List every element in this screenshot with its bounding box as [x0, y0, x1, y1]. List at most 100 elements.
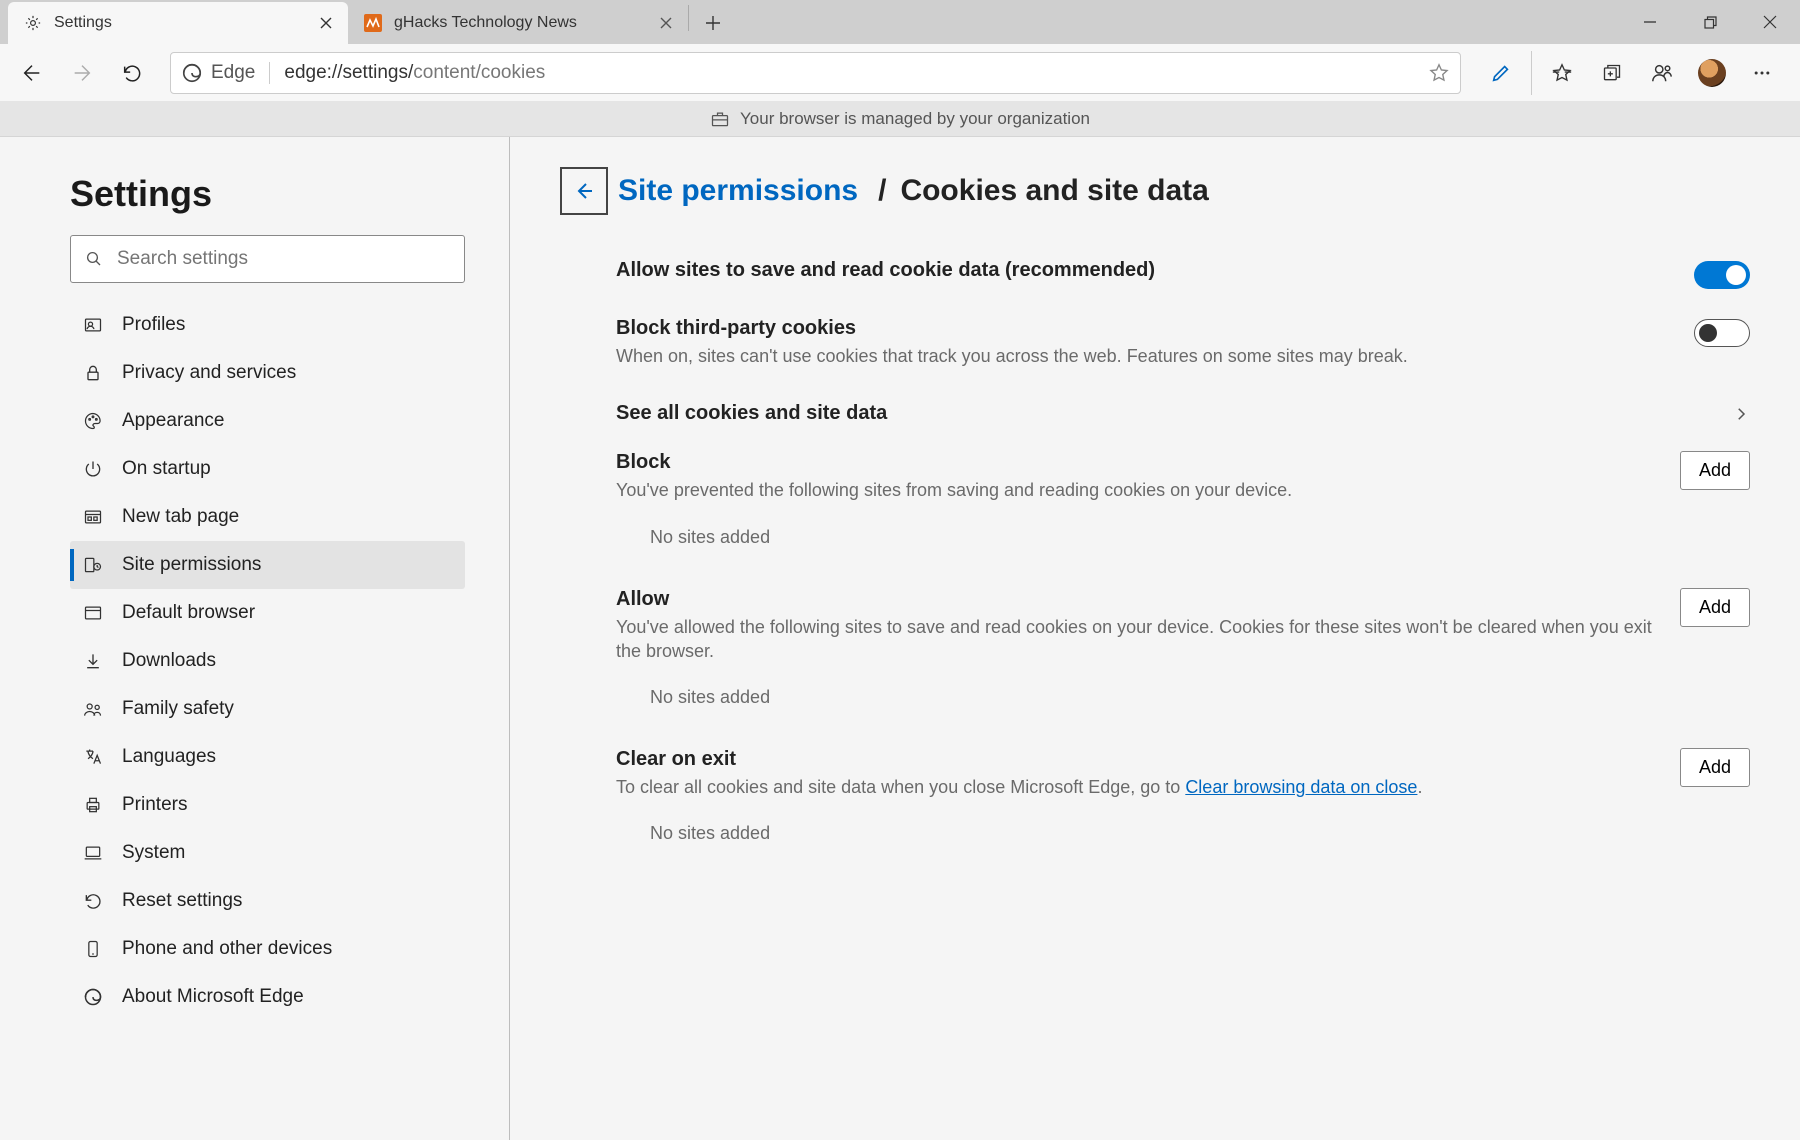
add-allow-button[interactable]: Add: [1680, 588, 1750, 627]
laptop-icon: [82, 842, 104, 864]
tab-settings[interactable]: Settings: [8, 2, 348, 44]
back-button[interactable]: [10, 51, 54, 95]
search-icon: [85, 250, 103, 268]
sidebar-title: Settings: [70, 173, 479, 215]
sidebar-item-label: Family safety: [122, 698, 234, 720]
grid-icon: [82, 506, 104, 528]
edge-logo-icon: [82, 986, 104, 1008]
sidebar-item-appearance[interactable]: Appearance: [70, 397, 465, 445]
palette-icon: [82, 410, 104, 432]
sidebar-item-about[interactable]: About Microsoft Edge: [70, 973, 465, 1021]
new-tab-button[interactable]: [695, 5, 731, 41]
people-icon: [82, 698, 104, 720]
section-description: You've allowed the following sites to sa…: [616, 615, 1666, 664]
block-empty-note: No sites added: [616, 521, 1750, 578]
managed-text: Your browser is managed by your organiza…: [740, 109, 1090, 129]
sidebar-item-label: Phone and other devices: [122, 938, 332, 960]
sidebar-item-languages[interactable]: Languages: [70, 733, 465, 781]
section-title: Clear on exit: [616, 748, 1422, 771]
sidebar-item-phone[interactable]: Phone and other devices: [70, 925, 465, 973]
favicon-icon: [362, 12, 384, 34]
sidebar-item-label: Default browser: [122, 602, 255, 624]
gear-icon: [22, 12, 44, 34]
edge-logo-icon: [181, 62, 203, 84]
setting-title: Block third-party cookies: [616, 317, 1408, 340]
profile-icon[interactable]: [1638, 51, 1686, 95]
sidebar-item-label: Downloads: [122, 650, 216, 672]
section-title: Block: [616, 451, 1292, 474]
add-block-button[interactable]: Add: [1680, 451, 1750, 490]
url-text: edge://settings/content/cookies: [284, 62, 545, 84]
download-icon: [82, 650, 104, 672]
sidebar-item-newtab[interactable]: New tab page: [70, 493, 465, 541]
section-title: Allow: [616, 588, 1666, 611]
toggle-allow-cookies[interactable]: [1694, 261, 1750, 289]
settings-content: Site permissions / Cookies and site data…: [510, 137, 1800, 1140]
forward-button[interactable]: [60, 51, 104, 95]
sidebar-item-printers[interactable]: Printers: [70, 781, 465, 829]
site-identity[interactable]: Edge: [181, 62, 255, 84]
favorites-icon[interactable]: [1538, 51, 1586, 95]
sidebar-item-default-browser[interactable]: Default browser: [70, 589, 465, 637]
sidebar-item-privacy[interactable]: Privacy and services: [70, 349, 465, 397]
tab-separator: [688, 5, 689, 31]
clear-on-exit-empty-note: No sites added: [616, 817, 1750, 874]
sidebar-item-downloads[interactable]: Downloads: [70, 637, 465, 685]
main: Settings Profiles Privacy and services A…: [0, 137, 1800, 1140]
address-bar[interactable]: Edge edge://settings/content/cookies: [170, 52, 1461, 94]
window-controls: [1620, 0, 1800, 44]
setting-title: Allow sites to save and read cookie data…: [616, 259, 1155, 282]
tab-ghacks[interactable]: gHacks Technology News: [348, 2, 688, 44]
sidebar-item-label: Site permissions: [122, 554, 261, 576]
sidebar-item-label: Profiles: [122, 314, 185, 336]
toolbar-right: [1477, 51, 1790, 95]
tab-close-button[interactable]: [318, 15, 334, 31]
search-input[interactable]: [115, 247, 450, 271]
minimize-button[interactable]: [1620, 0, 1680, 44]
breadcrumb-separator: /: [868, 174, 890, 208]
sidebar-item-label: Privacy and services: [122, 362, 296, 384]
tab-close-button[interactable]: [658, 15, 674, 31]
sidebar-item-label: About Microsoft Edge: [122, 986, 304, 1008]
close-window-button[interactable]: [1740, 0, 1800, 44]
section-allow: Allow You've allowed the following sites…: [616, 578, 1750, 682]
breadcrumb-parent[interactable]: Site permissions: [618, 174, 858, 208]
sidebar-item-startup[interactable]: On startup: [70, 445, 465, 493]
menu-button[interactable]: [1738, 51, 1786, 95]
collections-icon[interactable]: [1588, 51, 1636, 95]
sidebar-item-label: Reset settings: [122, 890, 242, 912]
sidebar-item-profiles[interactable]: Profiles: [70, 301, 465, 349]
section-clear-on-exit: Clear on exit To clear all cookies and s…: [616, 738, 1750, 817]
sidebar-item-system[interactable]: System: [70, 829, 465, 877]
power-icon: [82, 458, 104, 480]
setting-allow-cookies: Allow sites to save and read cookie data…: [616, 249, 1750, 307]
sidebar-item-family[interactable]: Family safety: [70, 685, 465, 733]
reset-icon: [82, 890, 104, 912]
sidebar-item-label: On startup: [122, 458, 211, 480]
permissions-icon: [82, 554, 104, 576]
briefcase-icon: [710, 109, 730, 129]
favorite-star-button[interactable]: [1428, 62, 1450, 84]
settings-sidebar: Settings Profiles Privacy and services A…: [0, 137, 510, 1140]
refresh-button[interactable]: [110, 51, 154, 95]
separator: [269, 62, 270, 84]
clear-browsing-data-link[interactable]: Clear browsing data on close: [1185, 777, 1417, 797]
sidebar-item-label: System: [122, 842, 185, 864]
edit-icon[interactable]: [1477, 51, 1525, 95]
toggle-block-third-party[interactable]: [1694, 319, 1750, 347]
tab-title: gHacks Technology News: [394, 14, 577, 32]
breadcrumb-back-button[interactable]: [560, 167, 608, 215]
titlebar: Settings gHacks Technology News: [0, 0, 1800, 44]
section-block: Block You've prevented the following sit…: [616, 441, 1750, 520]
window-icon: [82, 602, 104, 624]
setting-see-all-cookies[interactable]: See all cookies and site data: [616, 386, 1750, 441]
settings-search[interactable]: [70, 235, 465, 283]
sidebar-item-site-permissions[interactable]: Site permissions: [70, 541, 465, 589]
add-clear-on-exit-button[interactable]: Add: [1680, 748, 1750, 787]
sidebar-item-reset[interactable]: Reset settings: [70, 877, 465, 925]
avatar[interactable]: [1688, 51, 1736, 95]
maximize-button[interactable]: [1680, 0, 1740, 44]
printer-icon: [82, 794, 104, 816]
breadcrumb: Site permissions / Cookies and site data: [560, 167, 1750, 215]
chevron-right-icon: [1732, 405, 1750, 423]
